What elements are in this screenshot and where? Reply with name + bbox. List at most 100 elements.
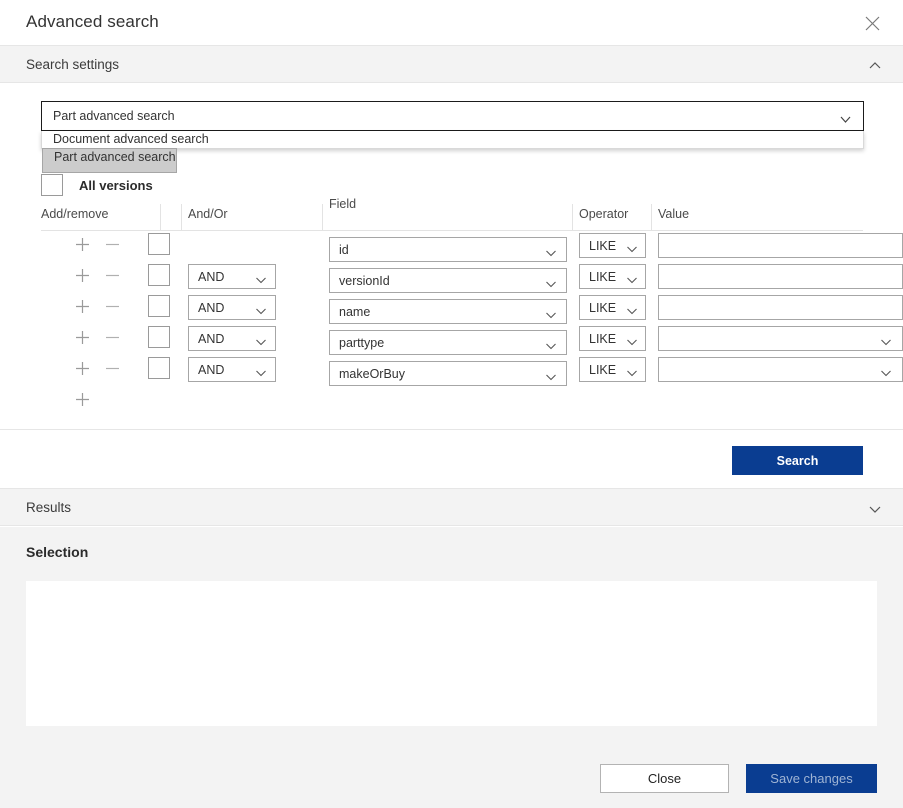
field-select[interactable]: parttype bbox=[329, 330, 567, 355]
minus-icon bbox=[104, 267, 121, 284]
chevron-down-icon bbox=[626, 365, 638, 375]
operator-select[interactable]: LIKE bbox=[579, 326, 646, 351]
all-versions-checkbox[interactable] bbox=[41, 174, 63, 196]
chevron-down-glyph bbox=[545, 279, 557, 289]
chevron-down-icon bbox=[545, 338, 557, 348]
and-or-select-value: AND bbox=[198, 363, 224, 377]
all-versions-label[interactable]: All versions bbox=[79, 178, 153, 193]
chevron-down-icon[interactable] bbox=[868, 502, 882, 514]
chevron-down-icon bbox=[626, 272, 638, 282]
dropdown-option-document-advanced-search[interactable]: Document advanced search bbox=[42, 131, 863, 148]
dropdown-option-part-advanced-search[interactable]: Part advanced search bbox=[42, 148, 177, 173]
value-input[interactable] bbox=[658, 233, 903, 258]
chevron-down-glyph bbox=[880, 368, 892, 378]
all-versions-row: All versions bbox=[41, 174, 153, 196]
search-template-value: Part advanced search bbox=[53, 109, 175, 123]
remove-row-button[interactable] bbox=[104, 360, 121, 377]
add-row-button[interactable] bbox=[74, 360, 91, 377]
chevron-up-icon[interactable] bbox=[868, 59, 882, 71]
chevron-down-glyph bbox=[255, 306, 267, 316]
value-select[interactable] bbox=[658, 357, 903, 382]
close-button[interactable]: Close bbox=[600, 764, 729, 793]
remove-row-button[interactable] bbox=[104, 236, 121, 253]
value-select[interactable] bbox=[658, 326, 903, 351]
plus-icon bbox=[74, 236, 91, 253]
and-or-select-value: AND bbox=[198, 301, 224, 315]
and-or-select-value: AND bbox=[198, 270, 224, 284]
remove-row-button[interactable] bbox=[104, 329, 121, 346]
column-divider bbox=[160, 204, 161, 231]
save-changes-button[interactable]: Save changes bbox=[746, 764, 877, 793]
chevron-down-icon bbox=[255, 303, 267, 313]
search-template-dropdown-list[interactable]: Document advanced search Part advanced s… bbox=[41, 131, 864, 149]
plus-icon bbox=[74, 329, 91, 346]
and-or-select[interactable]: AND bbox=[188, 264, 276, 289]
field-select-value: name bbox=[339, 305, 370, 319]
value-input[interactable] bbox=[658, 264, 903, 289]
chevron-down-icon bbox=[880, 334, 892, 344]
row-checkbox[interactable] bbox=[148, 233, 170, 255]
add-row-button[interactable] bbox=[74, 298, 91, 315]
column-header-and-or: And/Or bbox=[188, 207, 228, 221]
add-row-button[interactable] bbox=[74, 329, 91, 346]
column-header-value: Value bbox=[658, 207, 689, 221]
row-checkbox[interactable] bbox=[148, 264, 170, 286]
chevron-down-glyph bbox=[626, 368, 638, 378]
chevron-down-glyph bbox=[868, 503, 882, 515]
plus-icon bbox=[74, 267, 91, 284]
chevron-down-icon bbox=[255, 365, 267, 375]
row-checkbox[interactable] bbox=[148, 295, 170, 317]
field-select[interactable]: versionId bbox=[329, 268, 567, 293]
minus-icon bbox=[104, 329, 121, 346]
chevron-down-glyph bbox=[839, 114, 852, 125]
and-or-select[interactable]: AND bbox=[188, 357, 276, 382]
minus-icon bbox=[104, 298, 121, 315]
section-header-label: Search settings bbox=[26, 57, 119, 72]
advanced-search-dialog: Advanced search Search settings Part adv… bbox=[0, 0, 903, 808]
chevron-down-glyph bbox=[626, 244, 638, 254]
chevron-down-glyph bbox=[545, 372, 557, 382]
chevron-down-icon bbox=[255, 272, 267, 282]
chevron-down-glyph bbox=[626, 306, 638, 316]
operator-select[interactable]: LIKE bbox=[579, 357, 646, 382]
chevron-down-icon bbox=[626, 334, 638, 344]
field-select-value: id bbox=[339, 243, 349, 257]
chevron-down-glyph bbox=[255, 368, 267, 378]
chevron-down-icon bbox=[839, 112, 852, 123]
remove-row-button[interactable] bbox=[104, 267, 121, 284]
plus-icon bbox=[74, 298, 91, 315]
search-template-select[interactable]: Part advanced search bbox=[41, 101, 864, 131]
column-divider bbox=[651, 204, 652, 231]
selection-title: Selection bbox=[26, 544, 88, 560]
section-header-results[interactable]: Results bbox=[0, 488, 903, 526]
selection-list-area[interactable] bbox=[26, 581, 877, 726]
search-settings-body: Part advanced search Document advanced s… bbox=[0, 84, 903, 429]
row-checkbox[interactable] bbox=[148, 357, 170, 379]
operator-select[interactable]: LIKE bbox=[579, 264, 646, 289]
remove-row-button[interactable] bbox=[104, 298, 121, 315]
search-button[interactable]: Search bbox=[732, 446, 863, 475]
close-icon[interactable] bbox=[861, 12, 883, 34]
add-row-button-last[interactable] bbox=[74, 391, 91, 408]
row-checkbox[interactable] bbox=[148, 326, 170, 348]
operator-select[interactable]: LIKE bbox=[579, 295, 646, 320]
and-or-select[interactable]: AND bbox=[188, 326, 276, 351]
chevron-down-icon bbox=[880, 365, 892, 375]
section-header-search-settings[interactable]: Search settings bbox=[0, 45, 903, 83]
and-or-select[interactable]: AND bbox=[188, 295, 276, 320]
field-select[interactable]: id bbox=[329, 237, 567, 262]
field-select[interactable]: name bbox=[329, 299, 567, 324]
field-select[interactable]: makeOrBuy bbox=[329, 361, 567, 386]
add-row-button[interactable] bbox=[74, 236, 91, 253]
add-row-button[interactable] bbox=[74, 267, 91, 284]
chevron-down-icon bbox=[626, 241, 638, 251]
operator-select-value: LIKE bbox=[589, 363, 616, 377]
operator-select[interactable]: LIKE bbox=[579, 233, 646, 258]
plus-icon bbox=[74, 360, 91, 377]
value-input[interactable] bbox=[658, 295, 903, 320]
criteria-table-header: Add/remove And/Or Field Operator Value bbox=[41, 204, 863, 231]
field-select-value: makeOrBuy bbox=[339, 367, 405, 381]
table-row: AND makeOrBuy LIKE bbox=[41, 355, 863, 386]
chevron-down-glyph bbox=[626, 275, 638, 285]
dialog-titlebar: Advanced search bbox=[0, 0, 903, 44]
